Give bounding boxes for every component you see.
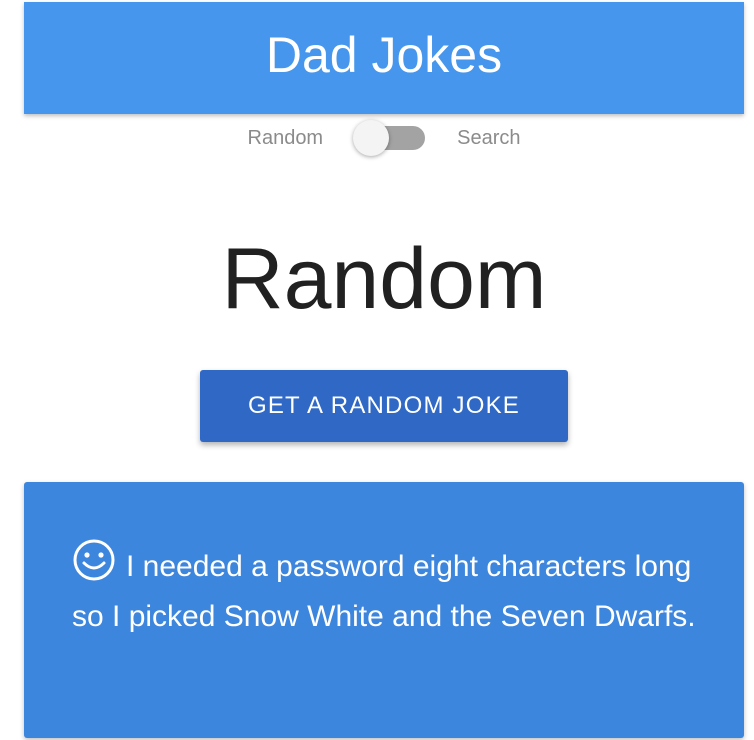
switch-knob[interactable] [353,120,390,156]
search-mode-label: Search [457,126,521,149]
app-header: Dad Jokes [24,2,744,114]
get-random-joke-button[interactable]: GET A RANDOM JOKE [200,370,568,442]
smile-icon [72,538,116,582]
random-mode-label: Random [247,126,324,149]
app: Dad Jokes Random Search Random GET A RAN… [0,0,754,740]
joke-content: I needed a password eight characters lon… [72,538,704,642]
app-title: Dad Jokes [265,27,503,83]
section-title: Random [221,231,547,327]
joke-card: I needed a password eight characters lon… [24,482,744,738]
joke-text: I needed a password eight characters lon… [72,550,696,633]
mode-switch[interactable] [353,120,427,156]
random-button-wrapper: GET A RANDOM JOKE [200,370,568,442]
mode-toggle-row: Random Search [0,120,754,156]
